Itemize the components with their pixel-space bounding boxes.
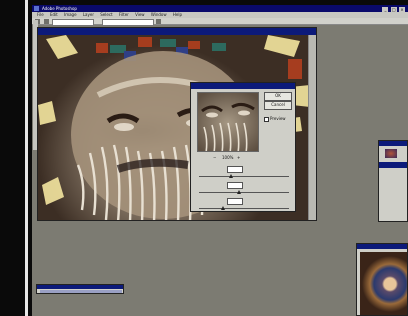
slider-2[interactable] bbox=[199, 190, 289, 194]
menu-image[interactable]: Image bbox=[64, 12, 77, 17]
document-scrollbar[interactable] bbox=[308, 35, 316, 220]
menu-edit[interactable]: Edit bbox=[50, 12, 58, 17]
document-title-bar[interactable] bbox=[38, 28, 316, 35]
info-palette bbox=[36, 284, 124, 294]
app-title-bar: Adobe Photoshop _ □ × bbox=[32, 5, 408, 12]
preview-image bbox=[201, 102, 255, 151]
frame-divider bbox=[25, 0, 28, 316]
navigator-title-bar[interactable] bbox=[357, 244, 407, 249]
filter-dialog: OK Cancel Preview − 100% + bbox=[190, 82, 296, 212]
navigator-preview[interactable] bbox=[360, 252, 407, 315]
field-1-input[interactable] bbox=[227, 166, 243, 173]
navigator-palette bbox=[356, 243, 408, 316]
info-bar bbox=[40, 290, 122, 293]
slider-3[interactable] bbox=[199, 206, 289, 210]
info-title-bar[interactable] bbox=[37, 285, 123, 289]
slider-3-thumb[interactable] bbox=[221, 206, 225, 210]
menu-filter[interactable]: Filter bbox=[119, 12, 129, 17]
slider-1[interactable] bbox=[199, 174, 289, 178]
preview-label: Preview bbox=[270, 116, 286, 121]
options-field[interactable] bbox=[52, 19, 94, 26]
checkbox-icon[interactable] bbox=[264, 116, 269, 122]
menu-file[interactable]: File bbox=[37, 12, 44, 17]
layers-palette bbox=[378, 140, 408, 222]
selected-layer-row[interactable] bbox=[379, 162, 407, 168]
layer-thumbnail[interactable] bbox=[385, 149, 397, 158]
menu-view[interactable]: View bbox=[135, 12, 145, 17]
menu-window[interactable]: Window bbox=[151, 12, 167, 17]
ok-button[interactable]: OK bbox=[264, 92, 292, 101]
slider-1-thumb[interactable] bbox=[229, 174, 233, 178]
palette-title-bar[interactable] bbox=[379, 141, 407, 146]
menu-layer[interactable]: Layer bbox=[83, 12, 94, 17]
menu-select[interactable]: Select bbox=[100, 12, 112, 17]
brush-mode-icon[interactable] bbox=[44, 19, 49, 24]
app-title: Adobe Photoshop bbox=[42, 6, 77, 11]
slider-2-thumb[interactable] bbox=[237, 190, 241, 194]
zoom-plus-icon[interactable]: + bbox=[237, 155, 240, 160]
options-bar bbox=[32, 18, 408, 26]
dialog-preview[interactable] bbox=[197, 92, 259, 152]
dialog-title-bar[interactable] bbox=[191, 83, 295, 89]
cancel-button[interactable]: Cancel bbox=[264, 101, 292, 110]
app-logo-icon bbox=[34, 6, 39, 11]
options-field-2[interactable] bbox=[102, 19, 154, 26]
zoom-value: 100% bbox=[222, 155, 234, 160]
zoom-minus-icon[interactable]: − bbox=[213, 155, 216, 160]
field-2-input[interactable] bbox=[227, 182, 243, 189]
options-icon[interactable] bbox=[156, 19, 161, 24]
menu-help[interactable]: Help bbox=[173, 12, 182, 17]
field-3-input[interactable] bbox=[227, 198, 243, 205]
preview-checkbox[interactable]: Preview bbox=[264, 116, 286, 122]
